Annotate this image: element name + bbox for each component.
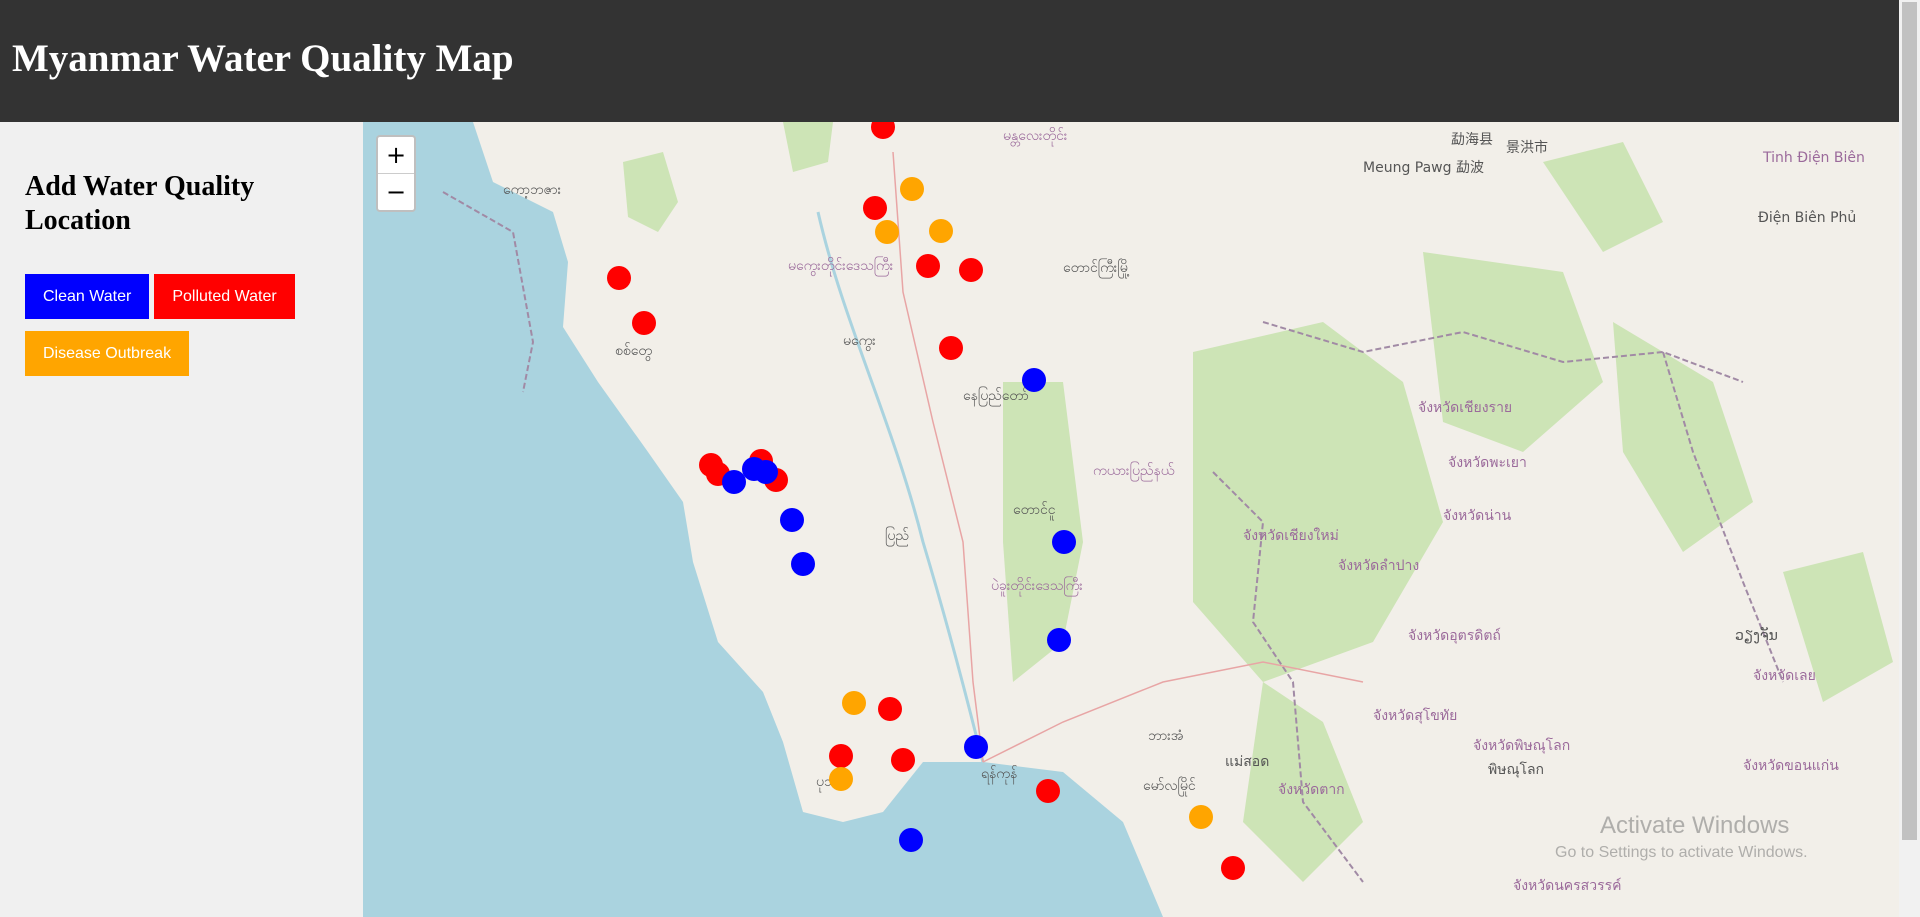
polluted-water-marker[interactable] xyxy=(959,258,983,282)
place-label: แม่สอด xyxy=(1225,754,1269,770)
disease-outbreak-button[interactable]: Disease Outbreak xyxy=(25,331,190,376)
region-label: မကွေးတိုင်းဒေသကြီး xyxy=(788,257,894,276)
polluted-water-marker[interactable] xyxy=(863,196,887,220)
place-label: ວຽງຈັນ xyxy=(1735,628,1778,644)
marker-type-buttons: Clean Water Polluted Water Disease Outbr… xyxy=(25,274,345,376)
disease-outbreak-marker[interactable] xyxy=(829,767,853,791)
polluted-water-marker[interactable] xyxy=(632,311,656,335)
place-label: 勐海县 xyxy=(1451,132,1493,148)
place-label: တောင်ကြီးမြို့ xyxy=(1063,259,1130,278)
place-label: 景洪市 xyxy=(1506,139,1548,156)
clean-water-marker[interactable] xyxy=(742,457,766,481)
place-label: ရန်ကုန် xyxy=(981,766,1017,784)
polluted-water-marker[interactable] xyxy=(1036,779,1060,803)
region-label: จังหวัดเลย xyxy=(1753,668,1816,684)
zoom-control: + − xyxy=(376,135,416,212)
clean-water-marker[interactable] xyxy=(1022,368,1046,392)
region-label: ပဲခူးတိုင်းဒေသကြီး xyxy=(991,577,1083,596)
polluted-water-marker[interactable] xyxy=(878,697,902,721)
app-header: Myanmar Water Quality Map xyxy=(0,0,1920,122)
polluted-water-marker[interactable] xyxy=(939,336,963,360)
polluted-water-marker[interactable] xyxy=(916,254,940,278)
clean-water-marker[interactable] xyxy=(1052,530,1076,554)
polluted-water-marker[interactable] xyxy=(891,748,915,772)
map-canvas[interactable]: ကော့ဘဇား စစ်တွေ မကွေး နေပြည်တော် မန္တလေး… xyxy=(363,122,1899,917)
clean-water-marker[interactable] xyxy=(791,552,815,576)
polluted-water-marker[interactable] xyxy=(607,266,631,290)
polluted-water-button[interactable]: Polluted Water xyxy=(154,274,295,319)
place-label: พิษณุโลก xyxy=(1488,761,1544,778)
clean-water-marker[interactable] xyxy=(899,828,923,852)
sidebar-title: Add Water Quality Location xyxy=(25,171,255,236)
region-label: จังหวัดน่าน xyxy=(1443,508,1512,524)
clean-water-button[interactable]: Clean Water xyxy=(25,274,150,319)
disease-outbreak-marker[interactable] xyxy=(929,219,953,243)
disease-outbreak-marker[interactable] xyxy=(842,691,866,715)
page-title: Myanmar Water Quality Map xyxy=(12,37,514,80)
clean-water-marker[interactable] xyxy=(722,470,746,494)
region-label: จังหวัดขอนแก่น xyxy=(1743,758,1839,774)
place-label: မကွေး xyxy=(843,333,876,351)
region-label: จังหวัดเชียงราย xyxy=(1418,400,1512,416)
place-label: မော်လမြိုင် xyxy=(1143,777,1196,796)
zoom-out-button[interactable]: − xyxy=(378,174,414,210)
zoom-in-button[interactable]: + xyxy=(378,137,414,174)
place-label: ကော့ဘဇား xyxy=(503,182,562,198)
place-label: တောင်ငူ xyxy=(1013,502,1056,520)
place-label: Điện Biên Phủ xyxy=(1758,210,1856,226)
scrollbar-thumb[interactable] xyxy=(1902,2,1917,840)
place-label: Meung Pawg 勐波 xyxy=(1363,160,1484,176)
region-label: จังหวัดลำปาง xyxy=(1338,558,1419,574)
polluted-water-marker[interactable] xyxy=(829,744,853,768)
disease-outbreak-marker[interactable] xyxy=(900,177,924,201)
region-label: จังหวัดพิษณุโลก xyxy=(1473,737,1570,754)
map-container[interactable]: ကော့ဘဇား စစ်တွေ မကွေး နေပြည်တော် မန္တလေး… xyxy=(363,122,1899,917)
sidebar: Add Water Quality Location Clean Water P… xyxy=(0,122,363,917)
region-label: จังหวัดเชียงใหม่ xyxy=(1243,527,1339,544)
place-label: နေပြည်တော် xyxy=(963,387,1029,406)
clean-water-marker[interactable] xyxy=(780,508,804,532)
disease-outbreak-marker[interactable] xyxy=(875,220,899,244)
region-label: จังหวัดอุตรดิตถ์ xyxy=(1408,627,1501,644)
region-label: จังหวัดสุโขทัย xyxy=(1373,707,1457,724)
region-label: จังหวัดตาก xyxy=(1278,782,1345,798)
place-label: ပြည် xyxy=(885,527,909,546)
disease-outbreak-marker[interactable] xyxy=(1189,805,1213,829)
region-label: Tinh Điện Biên xyxy=(1762,150,1865,166)
place-label: ဘားအံ xyxy=(1148,728,1184,744)
place-label: စစ်တွေ xyxy=(615,343,652,361)
region-label: จังหวัดพะเยา xyxy=(1448,455,1527,471)
clean-water-marker[interactable] xyxy=(964,735,988,759)
vertical-scrollbar[interactable] xyxy=(1899,0,1920,917)
region-label: ကယားပြည်နယ် xyxy=(1093,462,1175,481)
region-label: จังหวัดนครสวรรค์ xyxy=(1513,877,1622,894)
region-label: မန္တလေးတိုင်း xyxy=(1003,128,1068,146)
polluted-water-marker[interactable] xyxy=(1221,856,1245,880)
clean-water-marker[interactable] xyxy=(1047,628,1071,652)
